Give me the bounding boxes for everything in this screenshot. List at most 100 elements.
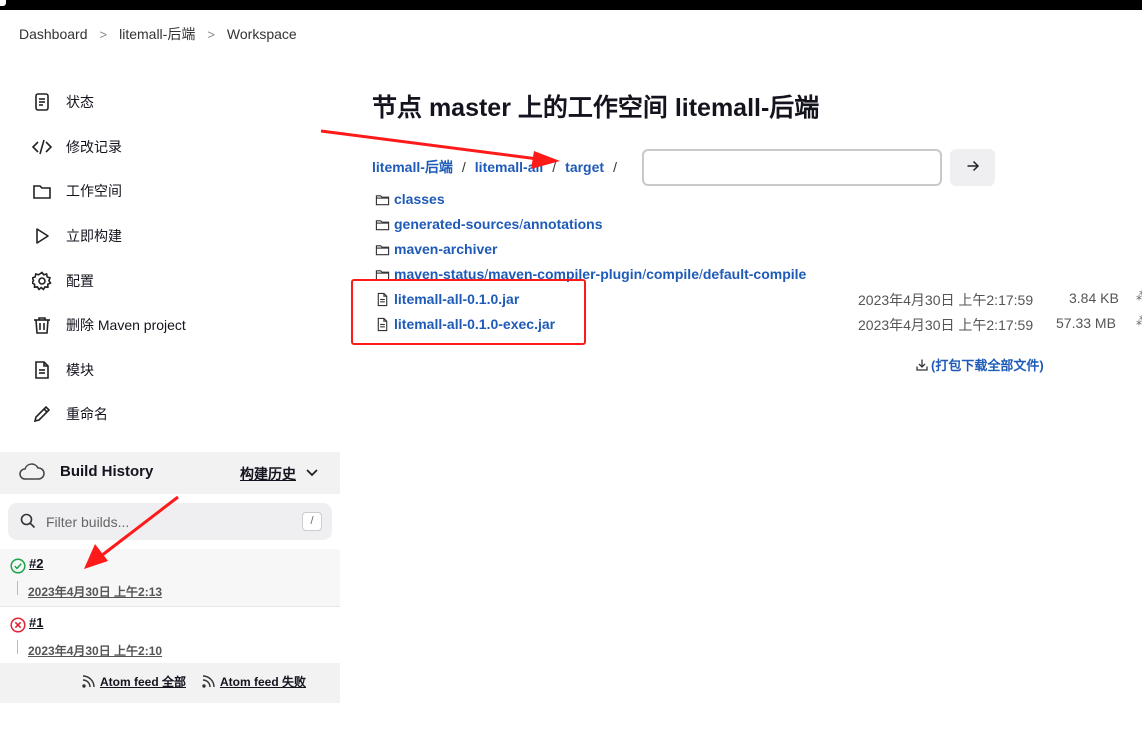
folder-link-annotations[interactable]: annotations bbox=[523, 216, 602, 232]
task-changes[interactable]: 修改记录 bbox=[30, 132, 122, 162]
folder-link-default-compile[interactable]: default-compile bbox=[703, 266, 806, 282]
filter-builds-input[interactable] bbox=[46, 509, 296, 534]
folder-link-generated-sources[interactable]: generated-sources bbox=[394, 216, 519, 232]
task-label: 删除 Maven project bbox=[66, 317, 186, 333]
filter-builds: / bbox=[8, 503, 332, 540]
keyboard-shortcut-hint: / bbox=[302, 512, 322, 531]
top-header-bar bbox=[0, 0, 1142, 10]
breadcrumb-job[interactable]: litemall-后端 bbox=[119, 24, 195, 44]
atom-feed-failed[interactable]: Atom feed 失败 bbox=[202, 673, 306, 690]
task-workspace[interactable]: 工作空间 bbox=[30, 176, 122, 206]
task-build-now[interactable]: 立即构建 bbox=[30, 221, 122, 251]
build-history-title: Build History bbox=[60, 463, 154, 480]
fingerprint-icon[interactable]: ⁂ bbox=[1136, 289, 1142, 303]
path-segment-job[interactable]: litemall-后端 bbox=[372, 157, 453, 177]
folder-entry: maven-archiver bbox=[375, 238, 498, 260]
breadcrumb-separator: > bbox=[207, 26, 215, 42]
task-configure[interactable]: 配置 bbox=[30, 266, 94, 296]
folder-link-classes[interactable]: classes bbox=[394, 191, 445, 207]
atom-feed-all-label: Atom feed 全部 bbox=[100, 675, 187, 689]
gear-icon bbox=[30, 269, 54, 293]
folder-entry: generated-sources / annotations bbox=[375, 213, 603, 235]
task-label: 重命名 bbox=[66, 406, 108, 422]
task-delete-project[interactable]: 删除 Maven project bbox=[30, 310, 186, 340]
build-history-header: Build History 构建历史 bbox=[0, 452, 340, 494]
folder-icon bbox=[375, 244, 390, 255]
build-date-link[interactable]: 2023年4月30日 上午2:13 bbox=[28, 583, 162, 600]
timeline-line bbox=[17, 581, 18, 595]
task-label: 状态 bbox=[66, 94, 94, 110]
folder-icon bbox=[375, 194, 390, 205]
timeline-line bbox=[17, 640, 18, 654]
folder-link-maven-status[interactable]: maven-status bbox=[394, 266, 484, 282]
build-trend-link[interactable]: 构建历史 bbox=[240, 464, 296, 484]
atom-feed-failed-label: Atom feed 失败 bbox=[220, 675, 307, 689]
atom-feeds-bar: Atom feed 全部 Atom feed 失败 bbox=[0, 663, 340, 703]
download-icon bbox=[916, 359, 928, 371]
file-icon bbox=[377, 292, 388, 306]
go-button[interactable] bbox=[950, 149, 995, 186]
download-all-label: (打包下载全部文件) bbox=[931, 358, 1044, 373]
task-rename[interactable]: 重命名 bbox=[30, 399, 108, 429]
file-date: 2023年4月30日 上午2:17:59 bbox=[858, 292, 1034, 308]
download-all-zip[interactable]: (打包下载全部文件) bbox=[915, 355, 1044, 374]
task-modules[interactable]: 模块 bbox=[30, 355, 94, 385]
folder-link-maven-compiler-plugin[interactable]: maven-compiler-plugin bbox=[488, 266, 642, 282]
task-label: 配置 bbox=[66, 273, 94, 289]
task-label: 模块 bbox=[66, 362, 94, 378]
atom-feed-all[interactable]: Atom feed 全部 bbox=[82, 673, 186, 690]
folder-entry: maven-status / maven-compiler-plugin / compi… bbox=[375, 263, 806, 285]
breadcrumb-dashboard[interactable]: Dashboard bbox=[19, 26, 88, 42]
build-row-1: #1 2023年4月30日 上午2:10 bbox=[0, 608, 340, 666]
chevron-down-icon[interactable] bbox=[305, 466, 319, 483]
trash-icon bbox=[30, 313, 54, 337]
file-date: 2023年4月30日 上午2:17:59 bbox=[858, 317, 1034, 333]
path-separator: / bbox=[613, 159, 617, 175]
file-size: 57.33 MB bbox=[1056, 315, 1116, 331]
rss-icon bbox=[202, 675, 215, 688]
page-title: 节点 master 上的工作空间 litemall-后端 bbox=[372, 94, 820, 122]
breadcrumb: Dashboard > litemall-后端 > Workspace bbox=[0, 10, 1142, 58]
file-entry: litemall-all-0.1.0.jar bbox=[375, 288, 519, 310]
build-number-link[interactable]: #2 bbox=[29, 556, 43, 571]
annotation-arrow bbox=[320, 129, 539, 161]
breadcrumb-separator: > bbox=[99, 26, 108, 42]
folder-icon bbox=[375, 219, 390, 230]
play-icon bbox=[30, 224, 54, 248]
path-separator: / bbox=[552, 159, 557, 175]
path-segment-module[interactable]: litemall-all bbox=[475, 159, 543, 175]
breadcrumb-workspace[interactable]: Workspace bbox=[227, 26, 297, 42]
build-number-link[interactable]: #1 bbox=[29, 615, 43, 630]
task-label: 工作空间 bbox=[66, 183, 122, 199]
folder-icon bbox=[30, 179, 54, 203]
arrow-right-icon bbox=[966, 159, 980, 176]
logo[interactable] bbox=[0, 0, 6, 6]
file-icon bbox=[377, 317, 388, 331]
task-label: 立即构建 bbox=[66, 228, 122, 244]
path-input[interactable] bbox=[642, 149, 942, 186]
file-entry: litemall-all-0.1.0-exec.jar bbox=[375, 313, 555, 335]
fingerprint-icon[interactable]: ⁂ bbox=[1136, 314, 1142, 328]
cloud-icon bbox=[18, 462, 46, 485]
folder-icon bbox=[375, 269, 390, 280]
document-icon bbox=[30, 358, 54, 382]
path-segment-target[interactable]: target bbox=[565, 159, 604, 175]
task-label: 修改记录 bbox=[66, 139, 122, 155]
task-status[interactable]: 状态 bbox=[30, 87, 94, 117]
path-separator: / bbox=[461, 159, 466, 175]
success-check-icon bbox=[10, 558, 26, 574]
build-date-link[interactable]: 2023年4月30日 上午2:10 bbox=[28, 642, 162, 659]
failed-x-icon bbox=[10, 617, 26, 633]
file-size: 3.84 KB bbox=[1069, 290, 1119, 306]
file-link-exec-jar[interactable]: litemall-all-0.1.0-exec.jar bbox=[394, 316, 555, 332]
pencil-icon bbox=[30, 402, 54, 426]
rss-icon bbox=[82, 675, 95, 688]
folder-entry: classes bbox=[375, 188, 445, 210]
workspace-path: litemall-后端 / litemall-all / target / bbox=[372, 157, 626, 177]
code-icon bbox=[30, 135, 54, 159]
file-link-jar[interactable]: litemall-all-0.1.0.jar bbox=[394, 291, 519, 307]
folder-link-compile[interactable]: compile bbox=[646, 266, 699, 282]
folder-link-maven-archiver[interactable]: maven-archiver bbox=[394, 241, 498, 257]
search-icon bbox=[20, 513, 36, 532]
build-row-2: #2 2023年4月30日 上午2:13 bbox=[0, 549, 340, 607]
